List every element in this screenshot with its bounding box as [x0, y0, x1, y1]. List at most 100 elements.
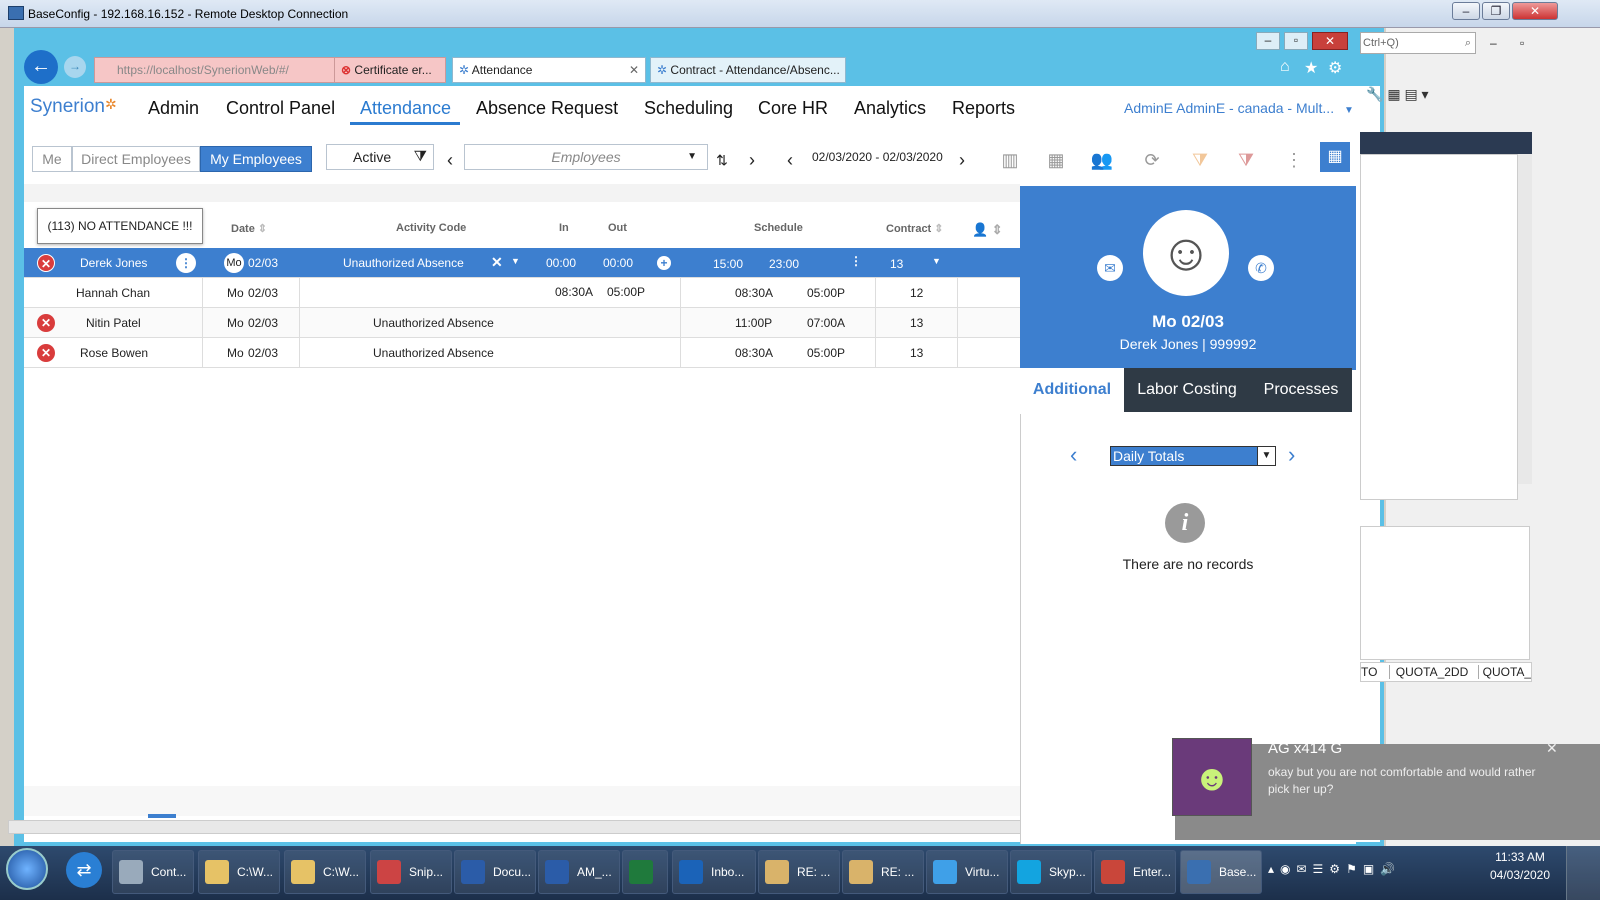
- filter-my-employees[interactable]: My Employees: [200, 146, 312, 172]
- vs-toolbar-icons[interactable]: 🔧 ▦ ▤ ▾: [1366, 86, 1429, 103]
- filter-icon[interactable]: ⧩: [1186, 146, 1214, 174]
- contract-value[interactable]: 13: [890, 257, 903, 271]
- clock-date[interactable]: 04/03/2020: [1480, 868, 1560, 882]
- tab-processes[interactable]: Processes: [1250, 368, 1352, 412]
- col-header-schedule[interactable]: Schedule: [754, 222, 803, 234]
- ie-close-button[interactable]: ✕: [1312, 32, 1348, 50]
- date-range[interactable]: 02/03/2020 - 02/03/2020: [812, 150, 943, 164]
- sort-icon[interactable]: ⇅: [708, 146, 736, 174]
- home-icon[interactable]: ⌂: [1280, 58, 1290, 76]
- close-tab-icon[interactable]: ✕: [629, 58, 639, 82]
- taskbar-item[interactable]: Snip...: [370, 850, 452, 894]
- taskbar-item[interactable]: Enter...: [1094, 850, 1176, 894]
- maximize-button[interactable]: ❐: [1482, 2, 1510, 20]
- email-icon[interactable]: ✉: [1097, 255, 1123, 281]
- user-menu[interactable]: AdminE AdminE - canada - Mult... ▼: [1124, 100, 1354, 116]
- filter-me[interactable]: Me: [32, 146, 72, 172]
- system-tray-icons[interactable]: ▴◉✉☰⚙⚑▣🔊: [1268, 862, 1401, 876]
- totals-select[interactable]: Daily Totals ▼: [1110, 446, 1276, 466]
- clear-activity-icon[interactable]: ✕: [491, 254, 503, 271]
- activity-dropdown-icon[interactable]: ▼: [511, 256, 520, 266]
- col-header-contract[interactable]: Contract ⇕: [886, 222, 944, 235]
- table-row[interactable]: [24, 248, 1020, 278]
- punch-in[interactable]: 00:00: [546, 256, 576, 270]
- ie-minimize-button[interactable]: –: [1256, 32, 1280, 50]
- tab-labor-costing[interactable]: Labor Costing: [1124, 368, 1250, 412]
- taskbar-item[interactable]: Skyp...: [1010, 850, 1092, 894]
- show-desktop-button[interactable]: [1566, 846, 1600, 900]
- taskbar-item[interactable]: AM_...: [538, 850, 620, 894]
- prev-date-icon[interactable]: ‹: [776, 146, 804, 174]
- employee-name[interactable]: Derek Jones: [80, 256, 147, 270]
- status-dropdown[interactable]: Active ⧩: [326, 144, 434, 170]
- more-options-icon[interactable]: ⋮: [1280, 146, 1308, 174]
- next-date-icon[interactable]: ›: [948, 146, 976, 174]
- nav-analytics[interactable]: Analytics: [854, 98, 926, 119]
- tab-attendance[interactable]: ✲ Attendance ✕: [452, 57, 646, 83]
- nav-absence-request[interactable]: Absence Request: [476, 98, 618, 119]
- next-totals-icon[interactable]: ›: [1288, 442, 1295, 468]
- clock-time[interactable]: 11:33 AM: [1480, 850, 1560, 864]
- minimize-button[interactable]: –: [1452, 2, 1480, 20]
- nav-control-panel[interactable]: Control Panel: [226, 98, 335, 119]
- schedule-menu-icon[interactable]: ⋮: [850, 254, 862, 268]
- forward-icon[interactable]: →: [64, 56, 86, 78]
- error-icon[interactable]: ✕: [37, 254, 55, 272]
- tab-contract[interactable]: ✲ Contract - Attendance/Absenc...: [650, 57, 846, 83]
- employee-name[interactable]: Nitin Patel: [86, 316, 141, 330]
- filter-direct-employees[interactable]: Direct Employees: [72, 146, 200, 172]
- nav-core-hr[interactable]: Core HR: [758, 98, 828, 119]
- vs-minimize-icon[interactable]: –: [1490, 36, 1497, 50]
- synerion-logo[interactable]: Synerion✲: [30, 96, 117, 118]
- nav-scheduling[interactable]: Scheduling: [644, 98, 733, 119]
- table-row[interactable]: [24, 338, 1020, 368]
- table-row[interactable]: [24, 308, 1020, 338]
- nav-attendance[interactable]: Attendance: [360, 98, 451, 119]
- contract-value[interactable]: 13: [910, 346, 923, 360]
- activity-code[interactable]: Unauthorized Absence: [373, 346, 494, 360]
- nav-reports[interactable]: Reports: [952, 98, 1015, 119]
- col-header-date[interactable]: Date ⇕: [231, 222, 267, 235]
- nav-admin[interactable]: Admin: [148, 98, 199, 119]
- punch-out[interactable]: 05:00P: [607, 285, 645, 299]
- settings-icon[interactable]: ⚙: [1328, 58, 1342, 78]
- taskbar-item[interactable]: Base...: [1180, 850, 1262, 894]
- clear-filter-icon[interactable]: ⧩: [1232, 146, 1260, 174]
- prev-employee-icon[interactable]: ‹: [436, 146, 464, 174]
- excel-export-icon[interactable]: ▥: [996, 146, 1024, 174]
- favorites-icon[interactable]: ★: [1304, 58, 1318, 78]
- error-icon[interactable]: ✕: [37, 314, 55, 332]
- employee-name[interactable]: Hannah Chan: [76, 286, 150, 300]
- calculator-icon[interactable]: ▦: [1042, 146, 1070, 174]
- close-notification-icon[interactable]: ✕: [1546, 740, 1558, 757]
- refresh-icon[interactable]: ⟳: [1138, 146, 1166, 174]
- error-icon[interactable]: ✕: [37, 344, 55, 362]
- start-button[interactable]: [6, 848, 48, 890]
- employees-select[interactable]: Employees ▼: [464, 144, 708, 170]
- taskbar-item[interactable]: Docu...: [454, 850, 536, 894]
- vs-restore-icon[interactable]: ▫: [1520, 36, 1524, 50]
- activity-code[interactable]: Unauthorized Absence: [343, 256, 464, 270]
- contract-value[interactable]: 12: [910, 286, 923, 300]
- quick-search-input[interactable]: Ctrl+Q) ⌕: [1360, 32, 1476, 54]
- phone-icon[interactable]: ✆: [1248, 255, 1274, 281]
- activity-code[interactable]: Unauthorized Absence: [373, 316, 494, 330]
- col-header-in[interactable]: In: [559, 222, 569, 234]
- close-button[interactable]: ✕: [1512, 2, 1558, 20]
- tab-certificate-error[interactable]: ⊗ Certificate er...: [334, 57, 446, 83]
- taskbar-item[interactable]: C:\W...: [284, 850, 366, 894]
- pager-indicator[interactable]: [148, 814, 176, 818]
- taskbar-item[interactable]: C:\W...: [198, 850, 280, 894]
- taskbar-item[interactable]: RE: ...: [758, 850, 840, 894]
- taskbar-item[interactable]: Cont...: [112, 850, 194, 894]
- taskbar-item[interactable]: Inbo...: [672, 850, 756, 894]
- grid-view-icon[interactable]: ▦: [1320, 142, 1350, 172]
- person-column-icon[interactable]: 👤 ⇕: [972, 222, 1003, 238]
- prev-totals-icon[interactable]: ‹: [1070, 442, 1077, 468]
- col-header-activity[interactable]: Activity Code: [396, 222, 466, 234]
- add-punch-icon[interactable]: +: [657, 256, 671, 270]
- contract-value[interactable]: 13: [910, 316, 923, 330]
- ie-maximize-button[interactable]: ▫: [1284, 32, 1308, 50]
- punch-in[interactable]: 08:30A: [555, 285, 593, 299]
- punch-out[interactable]: 00:00: [603, 256, 633, 270]
